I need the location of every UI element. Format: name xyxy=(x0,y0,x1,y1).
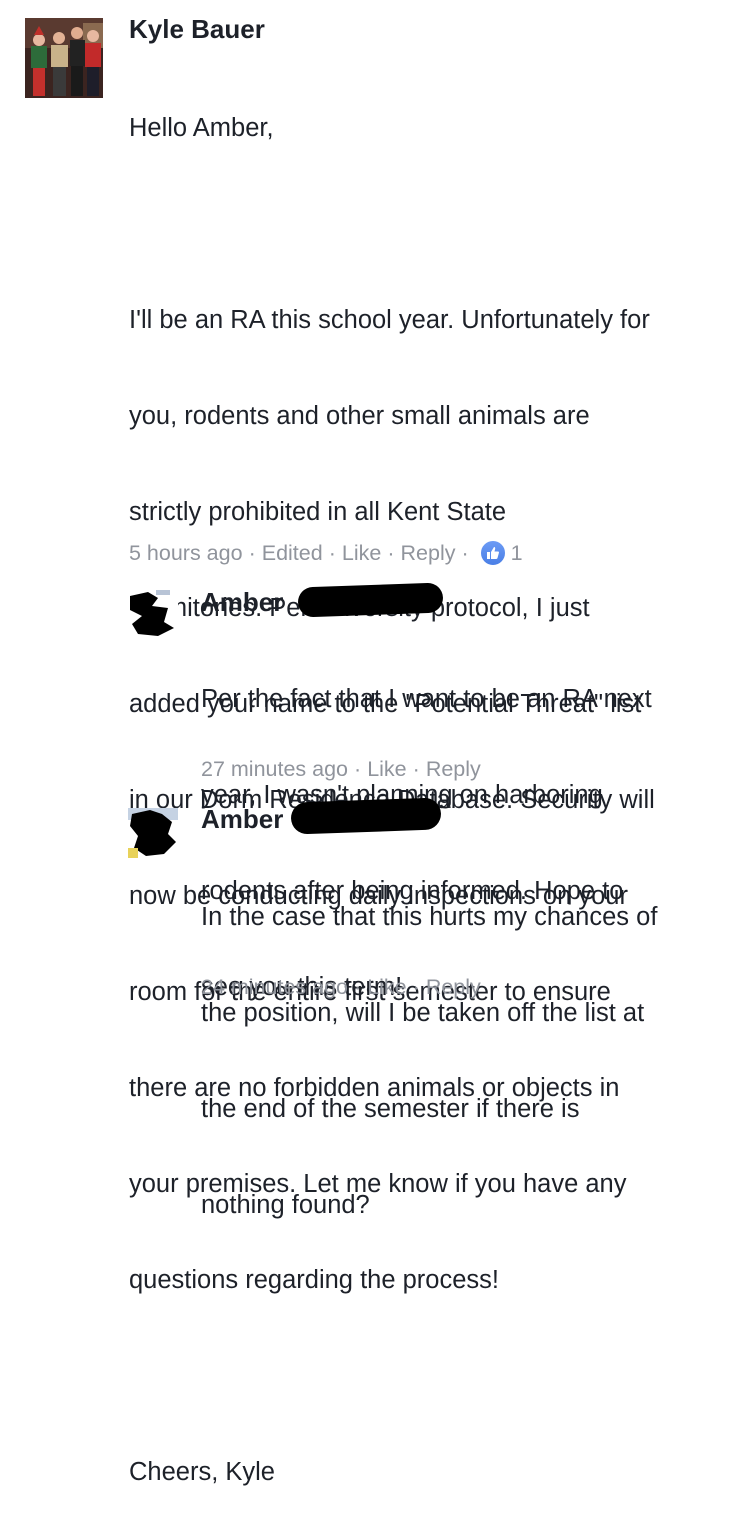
separator-dot: · xyxy=(354,975,362,999)
reply-line: the end of the semester if there is xyxy=(201,1095,580,1123)
avatar[interactable] xyxy=(128,808,178,858)
comment-meta: 5 hours ago · Edited · Like · Reply · 1 xyxy=(129,539,523,567)
reply-meta: 27 minutes ago · Like · Reply xyxy=(201,757,481,782)
comment-line: Cheers, Kyle xyxy=(129,1458,275,1486)
profile-photo xyxy=(128,808,178,858)
comment-line: strictly prohibited in all Kent State xyxy=(129,498,507,526)
separator-dot: · xyxy=(461,540,469,565)
comment-line xyxy=(129,1360,655,1392)
reply-line: Per the fact that I want to be an RA nex… xyxy=(201,685,652,713)
like-button[interactable]: Like xyxy=(367,757,406,782)
comment-author[interactable]: Kyle Bauer xyxy=(129,14,265,45)
timestamp-link[interactable]: 24 minutes ago xyxy=(201,975,348,1000)
edited-link[interactable]: Edited xyxy=(262,541,323,566)
reply-author[interactable]: Amber xyxy=(201,804,283,835)
thumbs-up-icon[interactable] xyxy=(478,539,507,567)
separator-dot: · xyxy=(412,757,420,781)
comment-line: you, rodents and other small animals are xyxy=(129,402,590,430)
avatar[interactable] xyxy=(128,588,178,638)
separator-dot: · xyxy=(387,540,395,565)
reply-meta: 24 minutes ago · Like · Reply xyxy=(201,975,481,1000)
separator-dot: · xyxy=(328,540,336,565)
reply-button[interactable]: Reply xyxy=(426,975,481,1000)
reply-button[interactable]: Reply xyxy=(426,757,481,782)
like-count[interactable]: 1 xyxy=(511,541,523,566)
timestamp-link[interactable]: 5 hours ago xyxy=(129,541,243,566)
avatar[interactable] xyxy=(25,18,103,98)
comment-line: questions regarding the process! xyxy=(129,1266,499,1294)
profile-photo xyxy=(128,588,178,638)
reply-line: nothing found? xyxy=(201,1191,370,1219)
separator-dot: · xyxy=(412,975,420,999)
reply-line: the position, will I be taken off the li… xyxy=(201,999,645,1027)
separator-dot: · xyxy=(354,757,362,781)
profile-photo xyxy=(25,18,103,98)
reply-author[interactable]: Amber xyxy=(201,587,283,618)
reply-body: In the case that this hurts my chances o… xyxy=(201,837,657,1253)
comment-line xyxy=(129,208,655,240)
like-button[interactable]: Like xyxy=(367,975,406,1000)
timestamp-link[interactable]: 27 minutes ago xyxy=(201,757,348,782)
reply-line: In the case that this hurts my chances o… xyxy=(201,903,658,931)
like-button[interactable]: Like xyxy=(342,541,381,566)
reply-button[interactable]: Reply xyxy=(401,541,456,566)
comment-line: I'll be an RA this school year. Unfortun… xyxy=(129,306,650,334)
redaction-mark xyxy=(290,797,442,835)
separator-dot: · xyxy=(248,540,256,565)
redaction-mark xyxy=(297,582,444,618)
comment-line: Hello Amber, xyxy=(129,114,274,142)
